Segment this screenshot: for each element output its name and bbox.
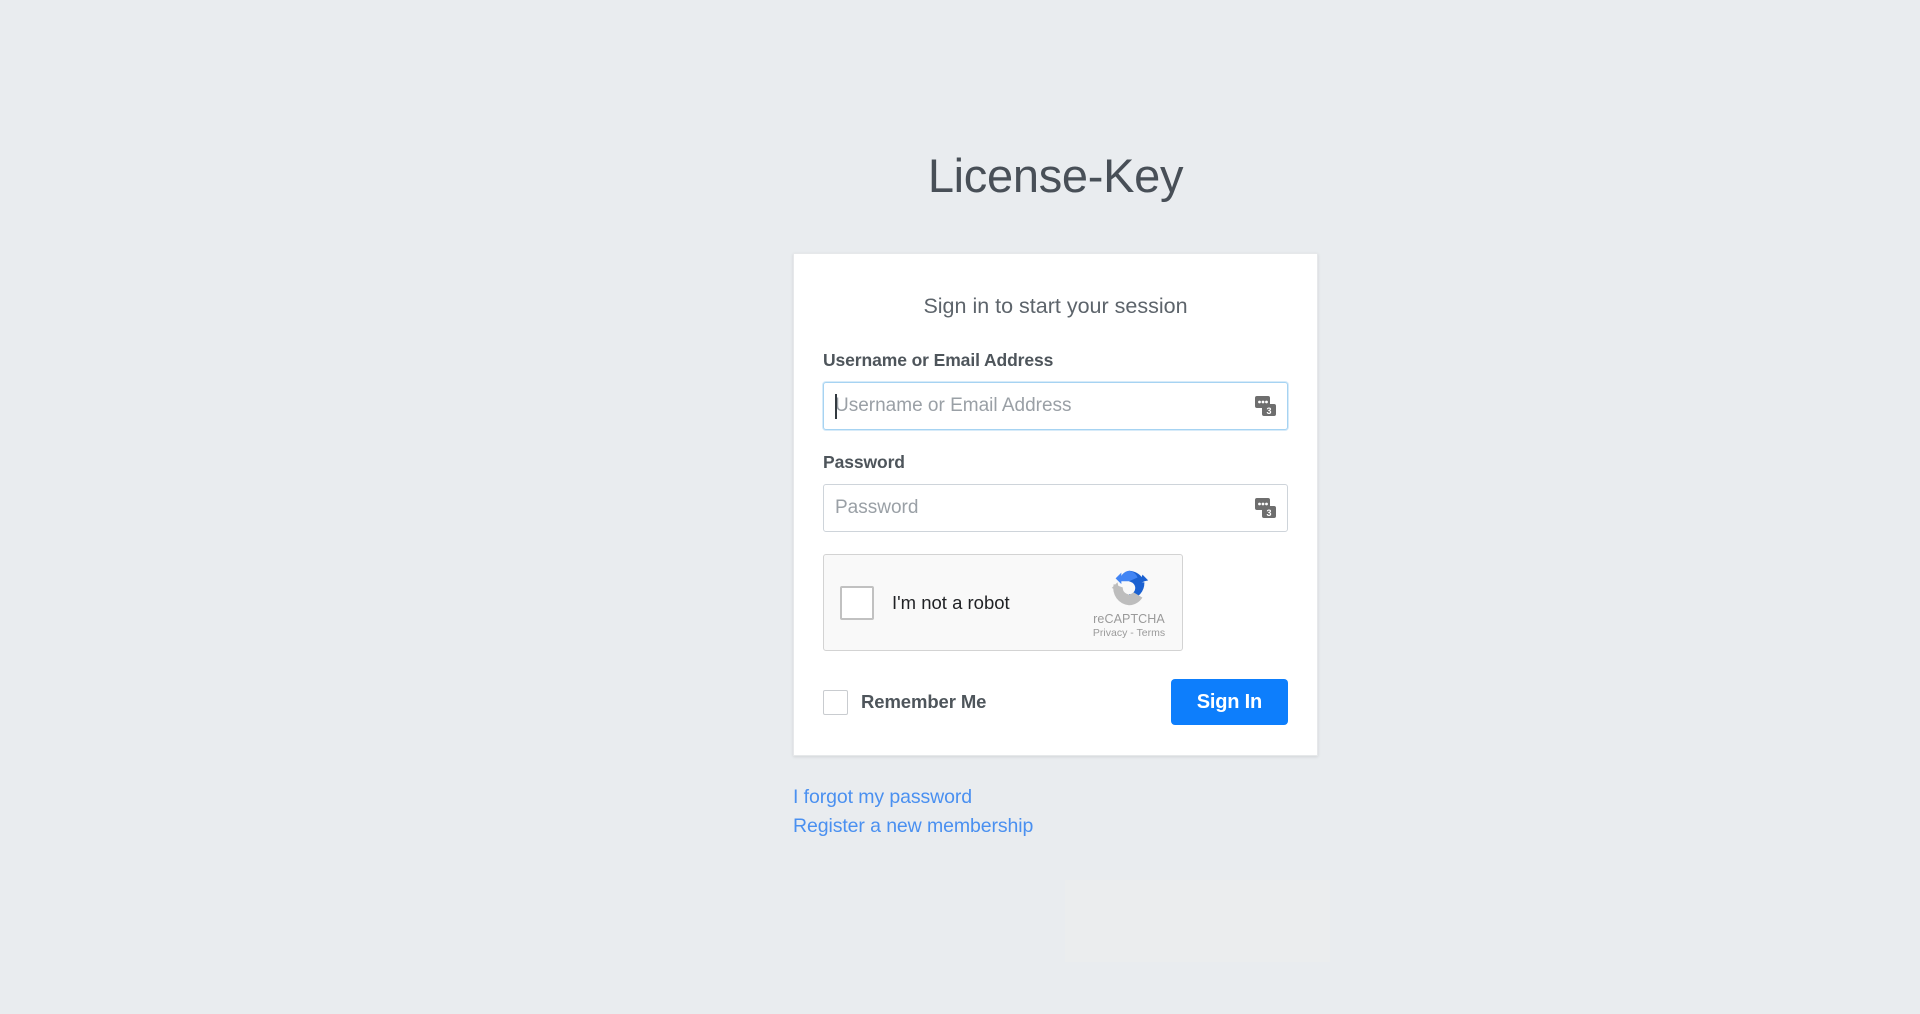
- remember-me-checkbox[interactable]: [823, 689, 848, 715]
- recaptcha-badge-placeholder: [1065, 880, 1330, 962]
- login-box: License-Key Sign in to start your sessio…: [793, 150, 1318, 841]
- form-bottom-row: Remember Me Sign In: [823, 679, 1288, 726]
- login-card: Sign in to start your session Username o…: [793, 252, 1318, 757]
- recaptcha-logo-icon: [1111, 571, 1149, 606]
- auxiliary-links: I forgot my password Register a new memb…: [793, 783, 1318, 840]
- sign-in-button[interactable]: Sign In: [1170, 679, 1288, 726]
- username-input[interactable]: [823, 382, 1288, 431]
- recaptcha-label: I'm not a robot: [892, 591, 1010, 613]
- remember-me-group[interactable]: Remember Me: [823, 689, 987, 715]
- username-input-wrap: 3: [823, 382, 1288, 431]
- register-link[interactable]: Register a new membership: [793, 812, 1318, 841]
- recaptcha-widget[interactable]: I'm not a robot reCAPTCHA Privacy - Term…: [823, 554, 1183, 652]
- recaptcha-checkbox[interactable]: [840, 585, 874, 620]
- password-manager-icon[interactable]: 3: [1254, 394, 1278, 418]
- password-input-wrap: 3: [823, 484, 1288, 533]
- username-label: Username or Email Address: [823, 350, 1054, 371]
- login-page: License-Key Sign in to start your sessio…: [0, 0, 1920, 1014]
- recaptcha-privacy-link[interactable]: Privacy: [1093, 627, 1127, 639]
- username-field-group: Username or Email Address 3: [823, 350, 1288, 431]
- recaptcha-brand: reCAPTCHA Privacy - Terms: [1086, 565, 1172, 639]
- remember-me-label: Remember Me: [861, 691, 987, 713]
- svg-text:3: 3: [1266, 406, 1271, 416]
- page-title: License-Key: [927, 149, 1184, 202]
- password-manager-icon[interactable]: 3: [1254, 496, 1278, 520]
- forgot-password-link[interactable]: I forgot my password: [793, 783, 1318, 812]
- recaptcha-legal-links: Privacy - Terms: [1086, 627, 1172, 639]
- password-label: Password: [823, 452, 905, 473]
- password-field-group: Password 3: [823, 452, 1288, 533]
- password-input[interactable]: [823, 484, 1288, 533]
- recaptcha-terms-link[interactable]: Terms: [1137, 627, 1166, 639]
- recaptcha-brand-name: reCAPTCHA: [1093, 612, 1165, 627]
- login-message: Sign in to start your session: [923, 293, 1188, 318]
- text-caret: [835, 394, 837, 420]
- recaptcha-link-separator: -: [1130, 627, 1134, 640]
- svg-text:3: 3: [1266, 508, 1271, 518]
